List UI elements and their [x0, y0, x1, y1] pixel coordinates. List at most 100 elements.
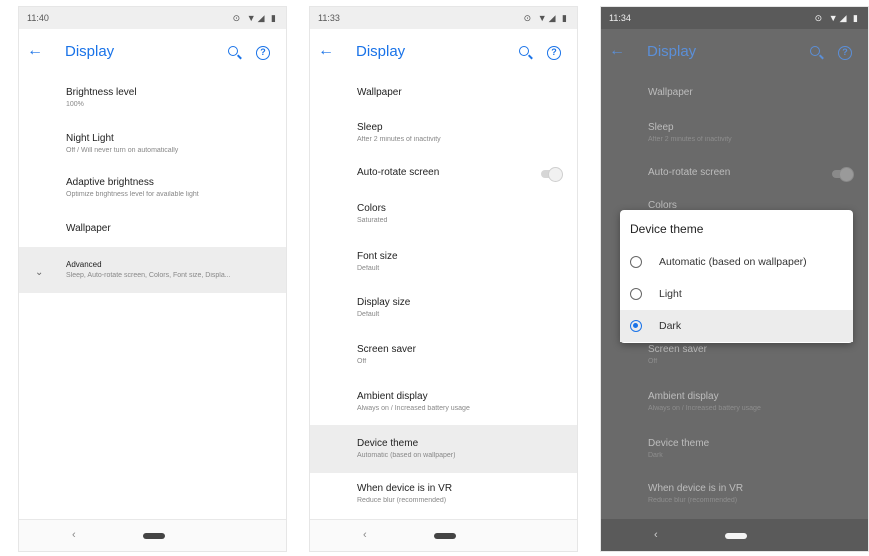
setting-title: Advanced: [66, 260, 102, 269]
home-pill-icon[interactable]: [143, 533, 165, 539]
option-label: Dark: [659, 320, 682, 332]
setting-title: Auto-rotate screen: [648, 167, 731, 178]
setting-auto-rotate[interactable]: Auto-rotate screen: [310, 167, 577, 182]
phone-screen-3: 11:34 ⊙ ▼◢ ▮ ← Display ? Wallpaper Sleep…: [600, 6, 869, 552]
setting-title: Wallpaper: [648, 87, 693, 98]
app-bar: ← Display ?: [601, 29, 868, 73]
setting-subtitle: Saturated: [357, 217, 388, 224]
setting-night-light[interactable]: Night Light Off / Will never turn on aut…: [19, 133, 286, 154]
dialog-title: Device theme: [630, 222, 704, 236]
theme-option-automatic[interactable]: Automatic (based on wallpaper): [620, 246, 853, 278]
setting-sleep: Sleep After 2 minutes of inactivity: [601, 122, 868, 143]
setting-subtitle: Always on / Increased battery usage: [648, 405, 761, 412]
setting-title: Wallpaper: [66, 223, 111, 234]
setting-device-theme[interactable]: Device theme Automatic (based on wallpap…: [310, 425, 577, 473]
setting-vr: When device is in VR Reduce blur (recomm…: [601, 483, 868, 504]
setting-title: Sleep: [648, 122, 674, 133]
setting-adaptive-brightness[interactable]: Adaptive brightness Optimize brightness …: [19, 177, 286, 198]
auto-rotate-toggle: [832, 167, 854, 182]
setting-title: Device theme: [648, 438, 710, 449]
page-title: Display: [356, 42, 406, 60]
app-bar: ← Display ?: [310, 29, 577, 73]
setting-title: Auto-rotate screen: [357, 167, 440, 178]
setting-title: Adaptive brightness: [66, 177, 154, 188]
status-time: 11:40: [27, 13, 49, 23]
setting-title: Ambient display: [357, 391, 428, 402]
setting-subtitle: Always on / Increased battery usage: [357, 405, 470, 412]
setting-subtitle: 100%: [66, 101, 84, 108]
setting-subtitle: Off: [648, 358, 658, 365]
setting-font-size[interactable]: Font size Default: [310, 251, 577, 272]
setting-title: When device is in VR: [648, 483, 744, 494]
status-time: 11:33: [318, 13, 340, 23]
setting-title: Device theme: [357, 438, 419, 449]
setting-subtitle: After 2 minutes of inactivity: [357, 136, 441, 143]
option-label: Automatic (based on wallpaper): [659, 256, 807, 268]
page-title: Display: [65, 42, 115, 60]
setting-title: Font size: [357, 251, 398, 262]
setting-screen-saver[interactable]: Screen saver Off: [310, 344, 577, 365]
radio-button-selected[interactable]: [630, 320, 642, 332]
page-title: Display: [647, 42, 697, 60]
setting-advanced[interactable]: ⌄ Advanced Sleep, Auto-rotate screen, Co…: [19, 247, 286, 293]
setting-ambient-display: Ambient display Always on / Increased ba…: [601, 391, 868, 412]
setting-subtitle: Sleep, Auto-rotate screen, Colors, Font …: [66, 272, 231, 279]
home-pill-icon[interactable]: [725, 533, 747, 539]
setting-ambient-display[interactable]: Ambient display Always on / Increased ba…: [310, 391, 577, 412]
search-icon: [800, 43, 830, 59]
setting-subtitle: Default: [357, 265, 380, 272]
nav-back-icon[interactable]: ‹: [654, 529, 658, 541]
setting-title: Display size: [357, 297, 411, 308]
app-bar: ← Display ?: [19, 29, 286, 73]
phone-screen-2: 11:33 ⊙ ▼◢ ▮ ← Display ? Wallpaper Sleep…: [309, 6, 578, 552]
system-nav-bar: ‹: [19, 519, 286, 551]
setting-vr[interactable]: When device is in VR Reduce blur (recomm…: [310, 483, 577, 504]
theme-option-light[interactable]: Light: [620, 278, 853, 310]
setting-colors[interactable]: Colors Saturated: [310, 203, 577, 224]
nav-back-icon[interactable]: ‹: [363, 529, 367, 541]
nav-back-icon[interactable]: ‹: [72, 529, 76, 541]
setting-subtitle: Reduce blur (recommended): [648, 497, 738, 504]
auto-rotate-toggle[interactable]: [541, 167, 563, 182]
status-time: 11:34: [609, 13, 631, 23]
setting-subtitle: Off: [357, 358, 367, 365]
setting-display-size[interactable]: Display size Default: [310, 297, 577, 318]
help-icon[interactable]: ?: [539, 42, 569, 60]
system-nav-bar: ‹: [601, 519, 868, 551]
setting-title: Screen saver: [357, 344, 416, 355]
option-label: Light: [659, 288, 682, 300]
search-icon[interactable]: [218, 43, 248, 59]
system-nav-bar: ‹: [310, 519, 577, 551]
setting-title: Screen saver: [648, 344, 707, 355]
radio-button[interactable]: [630, 288, 642, 300]
help-icon: ?: [830, 42, 860, 60]
setting-brightness-level[interactable]: Brightness level 100%: [19, 87, 286, 108]
arrow-back-icon: ←: [609, 42, 625, 59]
arrow-back-icon[interactable]: ←: [318, 42, 342, 60]
status-bar: 11:40 ⊙ ▼◢ ▮: [19, 7, 286, 29]
setting-wallpaper[interactable]: Wallpaper: [310, 87, 577, 98]
help-icon[interactable]: ?: [248, 42, 278, 60]
status-icons: ⊙ ▼◢ ▮: [523, 12, 569, 23]
radio-button[interactable]: [630, 256, 642, 268]
device-theme-dialog: Device theme Automatic (based on wallpap…: [620, 210, 853, 343]
setting-device-theme: Device theme Dark: [601, 438, 868, 459]
home-pill-icon[interactable]: [434, 533, 456, 539]
arrow-back-icon[interactable]: ←: [27, 42, 51, 60]
setting-title: Wallpaper: [357, 87, 402, 98]
search-icon[interactable]: [509, 43, 539, 59]
setting-title: Night Light: [66, 133, 114, 144]
setting-subtitle: Off / Will never turn on automatically: [66, 147, 179, 154]
setting-subtitle: Automatic (based on wallpaper): [357, 452, 456, 459]
status-bar: 11:33 ⊙ ▼◢ ▮: [310, 7, 577, 29]
setting-sleep[interactable]: Sleep After 2 minutes of inactivity: [310, 122, 577, 143]
setting-title: Sleep: [357, 122, 383, 133]
setting-title: Ambient display: [648, 391, 719, 402]
phone-screen-1: 11:40 ⊙ ▼◢ ▮ ← Display ? Brightness leve…: [18, 6, 287, 552]
status-bar: 11:34 ⊙ ▼◢ ▮: [601, 7, 868, 29]
setting-wallpaper: Wallpaper: [601, 87, 868, 98]
setting-wallpaper[interactable]: Wallpaper: [19, 223, 286, 234]
setting-screen-saver: Screen saver Off: [601, 344, 868, 365]
theme-option-dark[interactable]: Dark: [620, 310, 853, 342]
setting-title: Colors: [357, 203, 386, 214]
